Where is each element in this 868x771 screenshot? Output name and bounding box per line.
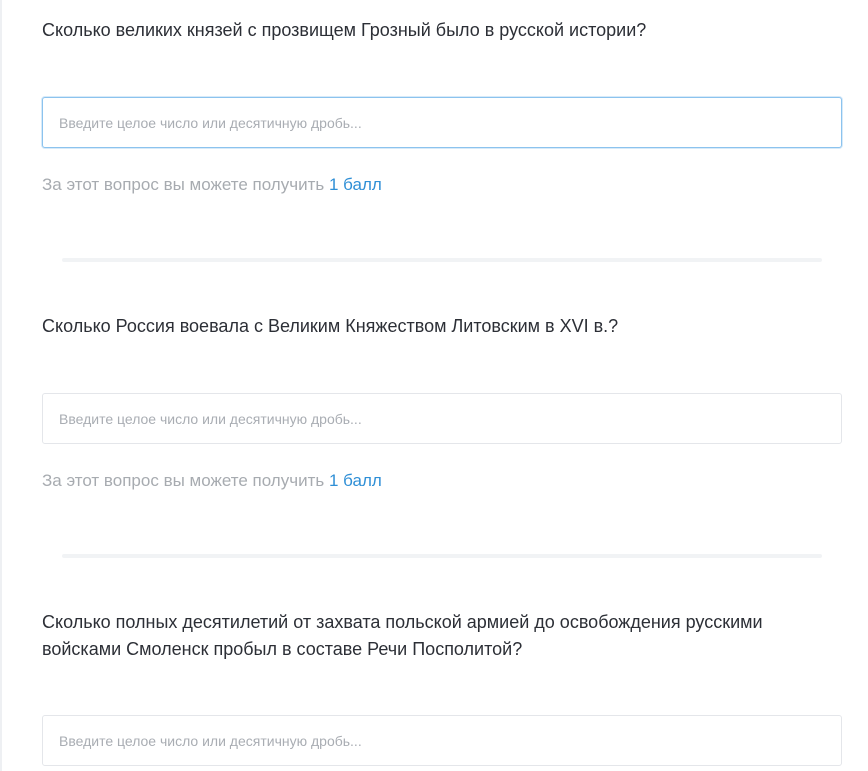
points-value: 1 балл [328,175,382,194]
question-3-answer-box [42,715,842,766]
page-edge-divider [0,0,2,771]
question-1-answer-input[interactable] [43,98,841,147]
question-2-answer-box [42,393,842,444]
question-2-answer-input[interactable] [43,394,841,443]
question-3-answer-input[interactable] [43,716,841,765]
question-separator [62,258,822,262]
points-prefix: За этот вопрос вы можете получить [42,175,325,194]
question-1-answer-box [42,97,842,148]
question-1-text: Сколько великих князей с прозвищем Грозн… [42,20,647,40]
question-2-points-note: За этот вопрос вы можете получить 1 балл [42,470,382,492]
question-1-points-note: За этот вопрос вы можете получить 1 балл [42,174,382,196]
question-3-text: Сколько полных десятилетий от захвата по… [42,612,763,659]
points-prefix: За этот вопрос вы можете получить [42,471,325,490]
points-value: 1 балл [328,471,382,490]
question-2-text: Сколько Россия воевала с Великим Княжест… [42,316,619,336]
question-separator [62,554,822,558]
